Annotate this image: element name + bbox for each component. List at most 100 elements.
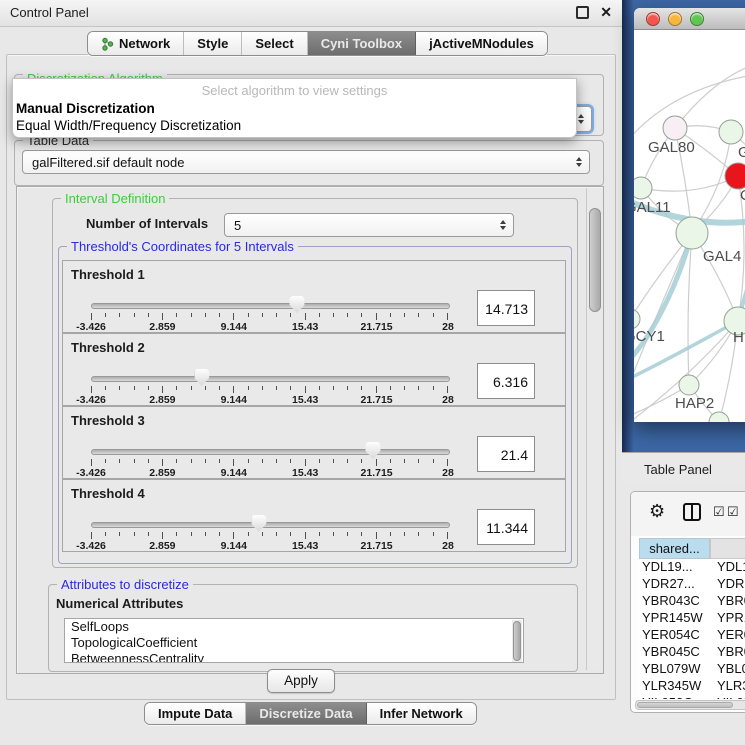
cell-name: YDR27 <box>713 576 745 593</box>
minimize-traffic-light-icon[interactable] <box>668 12 682 26</box>
list-item[interactable]: BetweennessCentrality <box>65 651 523 663</box>
table-row[interactable]: YPR145WYPR145W <box>639 610 745 627</box>
apply-button[interactable]: Apply <box>267 669 335 693</box>
network-edge[interactable] <box>641 176 738 191</box>
cell-name: YER054C <box>713 627 745 644</box>
threshold-slider[interactable]: -3.4262.8599.14415.4321.71528 <box>91 480 448 551</box>
network-node-gal4[interactable] <box>676 217 708 249</box>
slider-track[interactable] <box>91 522 450 528</box>
slider-thumb-icon[interactable] <box>290 296 305 313</box>
tab-label: Infer Network <box>380 706 463 721</box>
dropdown-option-manual[interactable]: Manual Discretization <box>13 100 576 117</box>
node-label: GA <box>738 144 745 161</box>
cell-name: YBL079W <box>713 661 745 678</box>
list-item[interactable]: TopologicalCoefficient <box>65 635 523 651</box>
checkbox-icon[interactable]: ☑ <box>713 505 725 518</box>
list-item[interactable]: SelfLoops <box>65 619 523 635</box>
interval-definition-title: Interval Definition <box>61 191 169 206</box>
table-row[interactable]: YLR345WYLR345W <box>639 678 745 695</box>
tab-network[interactable]: Network <box>88 32 184 55</box>
numerical-attributes-list[interactable]: SelfLoopsTopologicalCoefficientBetweenne… <box>64 618 524 663</box>
table-row[interactable]: YBR045CYBR045C <box>639 644 745 661</box>
tab-jactivemnodules[interactable]: jActiveMNodules <box>416 32 547 55</box>
tab-select[interactable]: Select <box>242 32 307 55</box>
tab-infer-network[interactable]: Infer Network <box>367 703 476 724</box>
table-data-combobox[interactable]: galFiltered.sif default node <box>22 150 590 174</box>
num-intervals-combobox[interactable]: 5 <box>224 213 514 237</box>
tick-label: 9.144 <box>221 467 247 479</box>
node-label: H <box>733 329 744 346</box>
close-traffic-light-icon[interactable] <box>646 12 660 26</box>
table-row[interactable]: YER054CYER054C <box>639 627 745 644</box>
combo-stepper-icon[interactable] <box>576 157 582 167</box>
slider-track[interactable] <box>91 376 450 382</box>
list-scrollbar[interactable] <box>512 620 522 662</box>
tick-label: 15.43 <box>292 321 318 333</box>
tick-label: 28 <box>442 540 454 552</box>
table-row[interactable]: YIL052CYIL052C <box>639 695 745 699</box>
tab-impute-data[interactable]: Impute Data <box>145 703 246 724</box>
close-icon[interactable]: ✕ <box>600 6 612 19</box>
table-row[interactable]: YDL19...YDL19 <box>639 559 745 576</box>
network-window-titlebar[interactable] <box>634 8 745 30</box>
column-header-shared-name[interactable]: shared... <box>639 538 710 559</box>
tick-labels: -3.4262.8599.14415.4321.71528 <box>91 540 448 552</box>
network-node-gcy1[interactable] <box>634 309 640 329</box>
network-node-hap2[interactable] <box>679 375 699 395</box>
network-edge[interactable] <box>675 62 745 128</box>
combo-stepper-icon[interactable] <box>500 220 506 230</box>
threshold-value-field[interactable]: 11.344 <box>477 509 535 545</box>
tick-label: 21.715 <box>361 540 393 552</box>
tick-label: -3.426 <box>76 394 106 406</box>
cell-shared-name: YBR045C <box>639 644 713 661</box>
threshold-slider[interactable]: -3.4262.8599.14415.4321.71528 <box>91 334 448 405</box>
checkbox-icon[interactable]: ☑ <box>727 505 739 518</box>
network-graph[interactable]: GAL80GACGAL11GAL4GCY1HHAP2 <box>634 30 745 422</box>
network-node-gal11[interactable] <box>634 177 652 199</box>
vertical-scrollbar[interactable] <box>586 188 602 670</box>
network-node-gal80[interactable] <box>663 116 687 140</box>
float-window-icon[interactable] <box>576 6 589 19</box>
tick-ruler <box>91 459 448 466</box>
split-view-icon[interactable] <box>683 503 701 521</box>
column-header-name[interactable]: na <box>710 538 745 559</box>
slider-thumb-icon[interactable] <box>251 515 266 532</box>
node-label: HAP2 <box>675 395 714 412</box>
network-node-ga[interactable] <box>719 120 743 144</box>
tab-label: Impute Data <box>158 706 232 721</box>
dropdown-option-equal-width[interactable]: Equal Width/Frequency Discretization <box>13 117 576 134</box>
tick-label: 9.144 <box>221 540 247 552</box>
threshold-slider[interactable]: -3.4262.8599.14415.4321.71528 <box>91 407 448 478</box>
table-row[interactable]: YBR043CYBR043C <box>639 593 745 610</box>
threshold-slider[interactable]: -3.4262.8599.14415.4321.71528 <box>91 261 448 332</box>
gear-icon[interactable]: ⚙ <box>649 501 665 521</box>
tab-style[interactable]: Style <box>184 32 242 55</box>
table-row[interactable]: YDR27...YDR27 <box>639 576 745 593</box>
network-graph-canvas[interactable]: GAL80GACGAL11GAL4GCY1HHAP2 <box>634 30 745 422</box>
tab-discretize-data[interactable]: Discretize Data <box>246 703 366 724</box>
zoom-traffic-light-icon[interactable] <box>690 12 704 26</box>
cell-name: YDL19 <box>713 559 745 576</box>
combo-stepper-icon[interactable] <box>578 114 584 124</box>
slider-track[interactable] <box>91 449 450 455</box>
cell-shared-name: YPR145W <box>639 610 713 627</box>
horizontal-scrollbar[interactable] <box>635 700 745 710</box>
scrollbar-thumb[interactable] <box>589 208 601 312</box>
network-edge[interactable] <box>688 233 692 385</box>
attributes-group-title: Attributes to discretize <box>57 577 193 592</box>
scrollbar-thumb[interactable] <box>637 702 733 708</box>
slider-track[interactable] <box>91 303 450 309</box>
threshold-value-field[interactable]: 21.4 <box>477 436 535 472</box>
numerical-attributes-label: Numerical Attributes <box>56 596 183 611</box>
tick-label: -3.426 <box>76 540 106 552</box>
application-window: Control Panel ✕ NetworkStyleSelectCyni T… <box>0 0 745 745</box>
threshold-value-field[interactable]: 14.713 <box>477 290 535 326</box>
slider-thumb-icon[interactable] <box>366 442 381 459</box>
slider-thumb-icon[interactable] <box>194 369 209 386</box>
threshold-value-field[interactable]: 6.316 <box>477 363 535 399</box>
tick-label: 15.43 <box>292 394 318 406</box>
table-row[interactable]: YBL079WYBL079W <box>639 661 745 678</box>
tab-cyni-toolbox[interactable]: Cyni Toolbox <box>308 32 416 55</box>
frame-shadow-edge <box>622 0 634 452</box>
scrollbar-thumb[interactable] <box>513 621 521 661</box>
